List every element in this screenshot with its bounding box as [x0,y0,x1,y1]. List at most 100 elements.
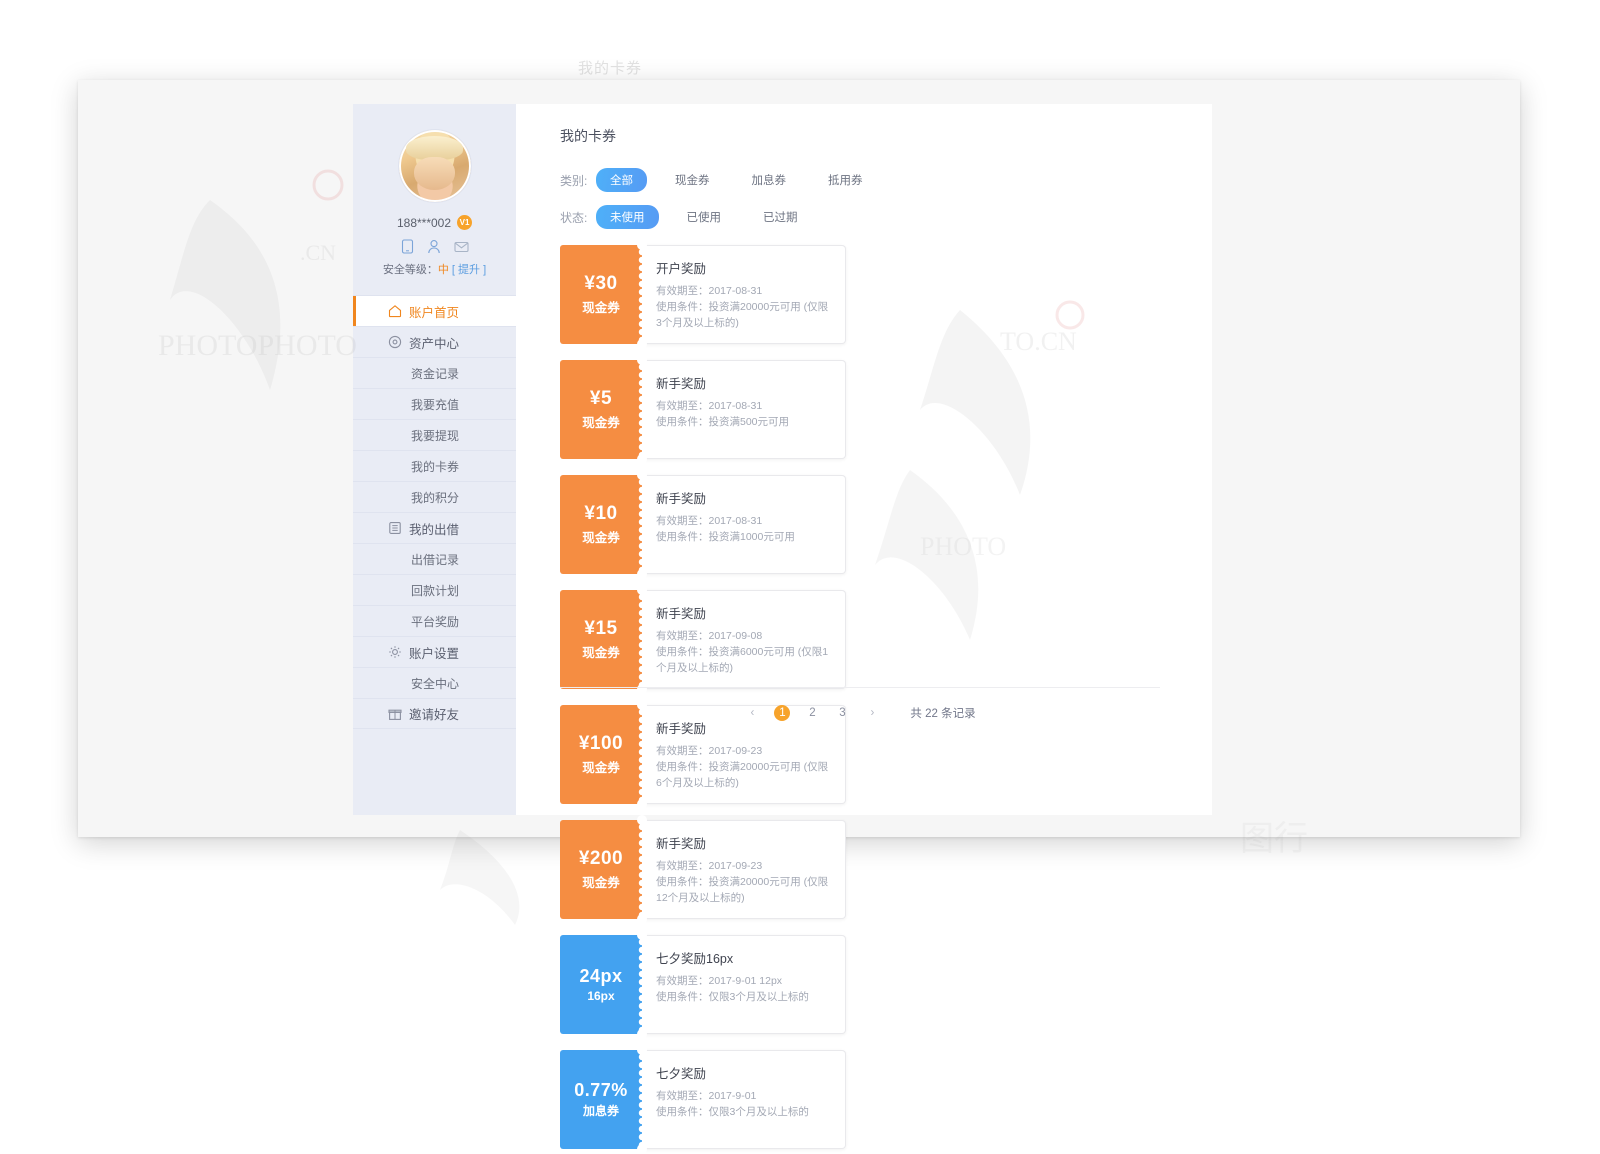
coupon-card[interactable]: ¥10 现金券 新手奖励 有效期至：2017-08-31 使用条件：投资满100… [560,470,846,579]
person-icon[interactable] [427,239,441,254]
coupon-amount: ¥100 [578,733,624,755]
coupon-condition: 使用条件：仅限3个月及以上标的 [656,990,809,1003]
coupon-expiry: 有效期至：2017-9-01 12px [656,975,783,987]
coupon-kind: 现金券 [582,530,620,545]
coupon-card[interactable]: 24px 16px 七夕奖励16px 有效期至：2017-9-01 12px 使… [560,930,846,1039]
coupon-condition: 使用条件：投资满500元可用 [656,415,790,428]
sidebar-item-withdraw[interactable]: 我要提现 [353,419,516,450]
sidebar-item-label: 安全中心 [411,676,460,691]
sidebar-item-my-coupons[interactable]: 我的卡券 [353,450,516,481]
coupon-condition: 使用条件：投资满6000元可用 (仅限1个月及以上标的) [656,645,829,674]
coupon-card[interactable]: ¥200 现金券 新手奖励 有效期至：2017-09-23 使用条件：投资满20… [560,815,846,924]
coupon-notch-bottom [637,569,647,579]
coupon-notch-top [637,585,647,595]
sidebar-item-my-points[interactable]: 我的积分 [353,481,516,512]
coupon-expiry: 有效期至：2017-08-31 [656,515,763,527]
filter-category-interest[interactable]: 加息券 [738,168,801,192]
coupon-expiry: 有效期至：2017-09-23 [656,745,763,757]
filter-status-used[interactable]: 已使用 [673,205,736,229]
coupon-title: 新手奖励 [656,607,707,621]
pagination-next[interactable]: › [864,705,880,721]
coupon-stub: 24px 16px [560,930,647,1039]
coupon-notch-top [637,470,647,480]
home-icon [388,304,402,318]
coupon-kind: 现金券 [582,645,620,660]
coupon-kind: 现金券 [582,300,620,315]
pagination-total: 共 22 条记录 [910,708,976,720]
coupon-card[interactable]: 0.77% 加息券 七夕奖励 有效期至：2017-9-01 使用条件：仅限3个月… [560,1045,846,1154]
coupon-amount: 24px [579,966,623,987]
sidebar-item-label: 资金记录 [411,366,460,381]
circle-dot-icon [388,335,402,349]
coupon-title: 开户奖励 [656,262,707,276]
mail-icon[interactable] [453,239,469,254]
coupon-kind: 现金券 [582,760,620,775]
coupon-card[interactable]: ¥5 现金券 新手奖励 有效期至：2017-08-31 使用条件：投资满500元… [560,355,846,464]
sidebar-item-label: 出借记录 [411,552,460,567]
phone-icon[interactable] [401,239,414,254]
sidebar-item-label: 我要提现 [411,428,460,443]
sidebar-item-my-lending[interactable]: 我的出借 [353,512,516,543]
sidebar-item-account-home[interactable]: 账户首页 [353,295,516,326]
security-upgrade-link[interactable]: [ 提升 ] [452,264,486,276]
coupon-body: 新手奖励 有效期至：2017-08-31 使用条件：投资满500元可用 [642,360,846,459]
vip-badge: V1 [457,215,473,230]
pagination-page-1[interactable]: 1 [774,705,791,721]
sidebar-item-lending-records[interactable]: 出借记录 [353,543,516,574]
sidebar-item-label: 回款计划 [411,583,460,598]
coupon-title: 七夕奖励16px [656,952,734,966]
coupon-expiry: 有效期至：2017-08-31 [656,285,763,297]
pagination-page-2[interactable]: 2 [804,705,820,721]
pagination-prev[interactable]: ‹ [744,705,760,721]
coupon-kind: 现金券 [582,415,620,430]
sidebar-item-account-settings[interactable]: 账户设置 [353,636,516,667]
coupon-card[interactable]: ¥30 现金券 开户奖励 有效期至：2017-08-31 使用条件：投资满200… [560,240,846,349]
coupon-amount: 0.77% [574,1079,628,1100]
coupon-amount: ¥30 [584,273,618,295]
coupon-stub: ¥30 现金券 [560,240,647,349]
user-id-row: 188***002 V1 [353,215,516,230]
list-icon [388,521,402,535]
sidebar-item-platform-rewards[interactable]: 平台奖励 [353,605,516,636]
sidebar-item-label: 平台奖励 [411,614,460,629]
sidebar-item-fund-records[interactable]: 资金记录 [353,357,516,388]
security-level-row: 安全等级：中 [ 提升 ] [353,261,516,277]
filter-category-cash[interactable]: 现金券 [661,168,724,192]
pagination-page-3[interactable]: 3 [834,705,850,721]
coupon-amount: ¥10 [584,503,618,525]
filter-category-voucher[interactable]: 抵用券 [814,168,877,192]
pagination-divider [560,687,1160,688]
sidebar-nav: 账户首页 资产中心 资金记录 我要充值 我要提现 我的卡券 我的积分 我的出借 … [353,295,516,729]
coupon-kind: 现金券 [582,875,620,890]
filter-status-unused[interactable]: 未使用 [596,205,659,229]
filter-row-category: 类别: 全部 现金券 加息券 抵用券 [560,168,891,192]
ghost-watermark-title: 我的卡券 [578,60,643,77]
coupon-stub: ¥15 现金券 [560,585,647,694]
sidebar-item-security-center[interactable]: 安全中心 [353,667,516,698]
coupon-kind: 加息券 [582,1104,619,1119]
sidebar-item-recharge[interactable]: 我要充值 [353,388,516,419]
sidebar-item-label: 账户设置 [409,646,460,661]
gift-icon [388,707,402,721]
coupon-title: 新手奖励 [656,837,707,851]
filter-status-expired[interactable]: 已过期 [749,205,812,229]
coupon-card[interactable]: ¥15 现金券 新手奖励 有效期至：2017-09-08 使用条件：投资满600… [560,585,846,694]
page-canvas: 我的卡券 188***002 V1 安全等级：中 [提升] 账户首页 资产中… [0,0,1600,1154]
sidebar-item-label: 我的卡券 [411,459,460,474]
sidebar-item-label: 资产中心 [409,336,460,351]
filter-category-all[interactable]: 全部 [596,168,647,192]
sidebar-item-label: 邀请好友 [409,708,460,722]
sidebar-item-asset-center[interactable]: 资产中心 [353,326,516,357]
coupon-grid: ¥30 现金券 开户奖励 有效期至：2017-08-31 使用条件：投资满200… [560,240,1160,1154]
coupon-condition: 使用条件：投资满20000元可用 (仅限12个月及以上标的) [656,875,829,904]
gear-icon [388,645,402,659]
coupon-notch-top [637,355,647,365]
coupon-notch-bottom [637,914,647,924]
sidebar-item-repayment-plan[interactable]: 回款计划 [353,574,516,605]
filter-label-category: 类别: [560,173,588,188]
coupon-body: 新手奖励 有效期至：2017-08-31 使用条件：投资满1000元可用 [642,475,846,574]
coupon-condition: 使用条件：投资满20000元可用 (仅限3个月及以上标的) [656,300,829,329]
sidebar-item-invite-friends[interactable]: 邀请好友 [353,698,516,729]
sidebar: 188***002 V1 安全等级：中 [ 提升 ] 账户首页 资产中心 资金记… [353,104,516,815]
coupon-notch-bottom [637,454,647,464]
